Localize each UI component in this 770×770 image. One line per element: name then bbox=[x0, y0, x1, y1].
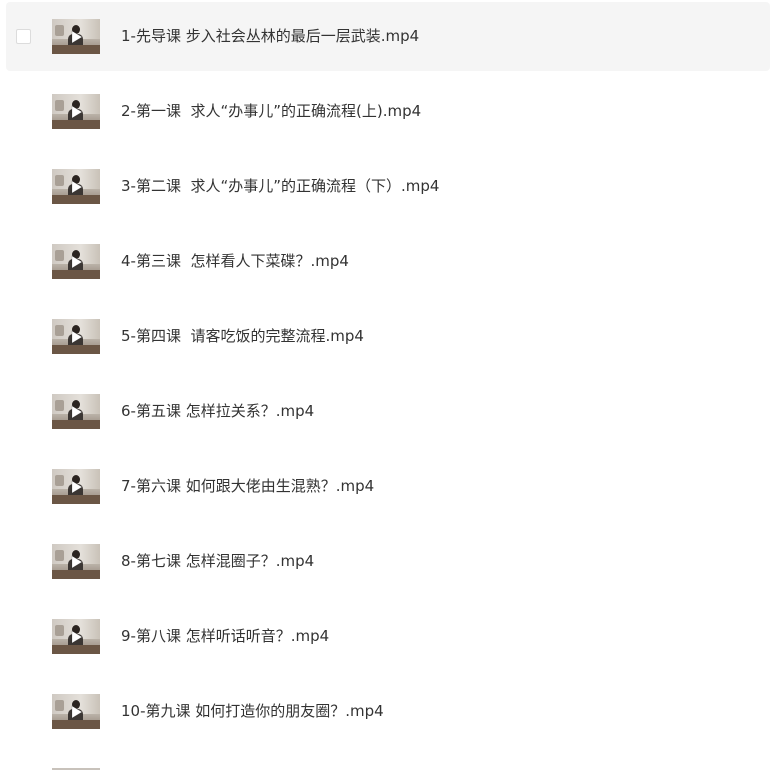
video-thumbnail[interactable] bbox=[52, 394, 100, 429]
video-thumbnail[interactable] bbox=[52, 619, 100, 654]
video-thumbnail[interactable] bbox=[52, 319, 100, 354]
video-thumbnail[interactable] bbox=[52, 244, 100, 279]
video-thumbnail[interactable] bbox=[52, 694, 100, 729]
file-row[interactable]: 7-第六课 如何跟大佬由生混熟？.mp4 bbox=[6, 452, 770, 521]
play-icon bbox=[71, 105, 83, 119]
file-name[interactable]: 7-第六课 如何跟大佬由生混熟？.mp4 bbox=[121, 452, 374, 521]
file-name[interactable]: 8-第七课 怎样混圈子？.mp4 bbox=[121, 527, 314, 596]
video-thumbnail[interactable] bbox=[52, 169, 100, 204]
file-row[interactable]: 10-第九课 如何打造你的朋友圈？.mp4 bbox=[6, 677, 770, 746]
play-icon bbox=[71, 405, 83, 419]
file-name[interactable]: 2-第一课 求人“办事儿”的正确流程(上).mp4 bbox=[121, 77, 421, 146]
file-name[interactable]: 9-第八课 怎样听话听音？.mp4 bbox=[121, 602, 329, 671]
play-icon bbox=[71, 705, 83, 719]
file-row[interactable]: 8-第七课 怎样混圈子？.mp4 bbox=[6, 527, 770, 596]
file-name[interactable]: 6-第五课 怎样拉关系？.mp4 bbox=[121, 377, 314, 446]
play-icon bbox=[71, 630, 83, 644]
row-checkbox[interactable] bbox=[16, 29, 31, 44]
video-thumbnail[interactable] bbox=[52, 544, 100, 579]
play-icon bbox=[71, 330, 83, 344]
play-icon bbox=[71, 255, 83, 269]
file-name[interactable]: 10-第九课 如何打造你的朋友圈？.mp4 bbox=[121, 677, 384, 746]
file-row[interactable]: 2-第一课 求人“办事儿”的正确流程(上).mp4 bbox=[6, 77, 770, 146]
file-name[interactable]: 5-第四课 请客吃饭的完整流程.mp4 bbox=[121, 302, 364, 371]
video-thumbnail[interactable] bbox=[52, 469, 100, 504]
play-icon bbox=[71, 480, 83, 494]
file-row[interactable]: 1-先导课 步入社会丛林的最后一层武装.mp4 bbox=[6, 2, 770, 71]
file-row[interactable]: 4-第三课 怎样看人下菜碟？.mp4 bbox=[6, 227, 770, 296]
play-icon bbox=[71, 180, 83, 194]
file-name[interactable]: 1-先导课 步入社会丛林的最后一层武装.mp4 bbox=[121, 2, 419, 71]
file-list: 1-先导课 步入社会丛林的最后一层武装.mp4 2-第一课 求人“办事儿”的正确… bbox=[0, 0, 770, 770]
file-row[interactable]: 3-第二课 求人“办事儿”的正确流程（下）.mp4 bbox=[6, 152, 770, 221]
file-row[interactable]: 5-第四课 请客吃饭的完整流程.mp4 bbox=[6, 302, 770, 371]
file-name[interactable]: 3-第二课 求人“办事儿”的正确流程（下）.mp4 bbox=[121, 152, 439, 221]
file-name[interactable]: 4-第三课 怎样看人下菜碟？.mp4 bbox=[121, 227, 349, 296]
play-icon bbox=[71, 555, 83, 569]
file-row[interactable]: 9-第八课 怎样听话听音？.mp4 bbox=[6, 602, 770, 671]
file-row[interactable]: 6-第五课 怎样拉关系？.mp4 bbox=[6, 377, 770, 446]
video-thumbnail[interactable] bbox=[52, 19, 100, 54]
play-icon bbox=[71, 30, 83, 44]
video-thumbnail[interactable] bbox=[52, 94, 100, 129]
